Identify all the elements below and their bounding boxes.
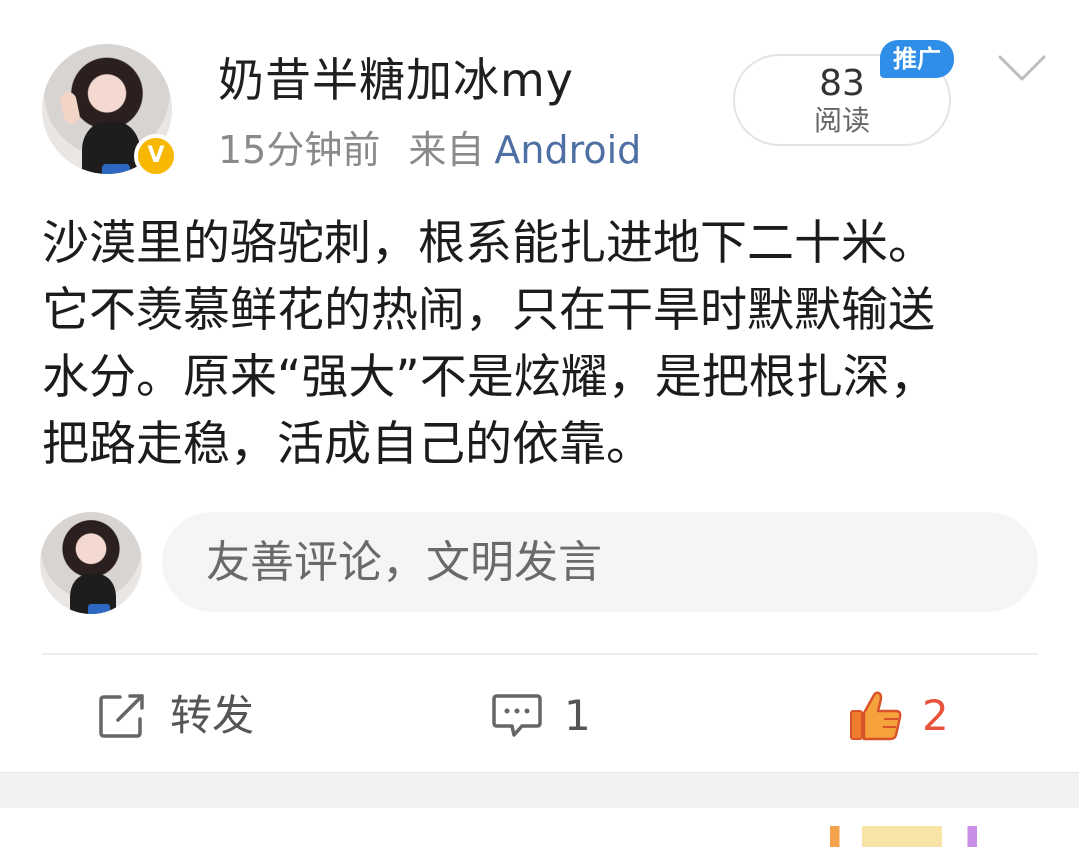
comment-icon [492, 694, 542, 737]
comment-count: 1 [564, 691, 591, 740]
like-button[interactable]: 2 [848, 688, 949, 744]
promo-tag[interactable]: 推广 [880, 40, 954, 78]
post-meta: 15分钟前 来自 Android [218, 124, 641, 176]
repost-icon [99, 694, 144, 738]
source-link[interactable]: Android [494, 128, 641, 172]
divider [42, 653, 1038, 655]
content-line: 把路走稳，活成自己的依靠。 [42, 417, 653, 472]
author-name[interactable]: 奶昔半糖加冰my [218, 50, 574, 110]
content-line: 沙漠里的骆驼刺，根系能扎进地下二十米。 [42, 216, 935, 271]
current-user-avatar[interactable] [40, 512, 142, 614]
avatar-microphone [88, 604, 110, 614]
avatar-hand [58, 90, 82, 126]
repost-button[interactable]: 转发 [98, 688, 254, 744]
post-time: 15分钟前 [218, 128, 381, 172]
thumbs-up-icon [850, 691, 902, 741]
comment-button[interactable]: 1 [492, 688, 591, 744]
verified-badge-icon: V [134, 134, 178, 178]
repost-label: 转发 [170, 691, 255, 740]
like-count: 2 [922, 691, 949, 740]
next-post-decoration [830, 826, 990, 847]
avatar-microphone [102, 164, 130, 174]
feed-separator [0, 772, 1079, 809]
comment-input[interactable] [162, 512, 1038, 612]
content-line: 它不羡慕鲜花的热闹，只在干旱时默默输送 [42, 283, 935, 338]
content-line: 水分。原来“强大”不是炫耀，是把根扎深， [42, 350, 937, 405]
source-prefix: 来自 [408, 128, 485, 172]
chevron-down-icon[interactable] [998, 54, 1046, 82]
post-content: 沙漠里的骆驼刺，根系能扎进地下二十米。 它不羡慕鲜花的热闹，只在干旱时默默输送 … [42, 210, 1042, 478]
weibo-post-card: V 奶昔半糖加冰my 15分钟前 来自 Android 83 阅读 推广 沙漠里的骆… [0, 0, 1079, 772]
read-label: 阅读 [813, 104, 870, 137]
